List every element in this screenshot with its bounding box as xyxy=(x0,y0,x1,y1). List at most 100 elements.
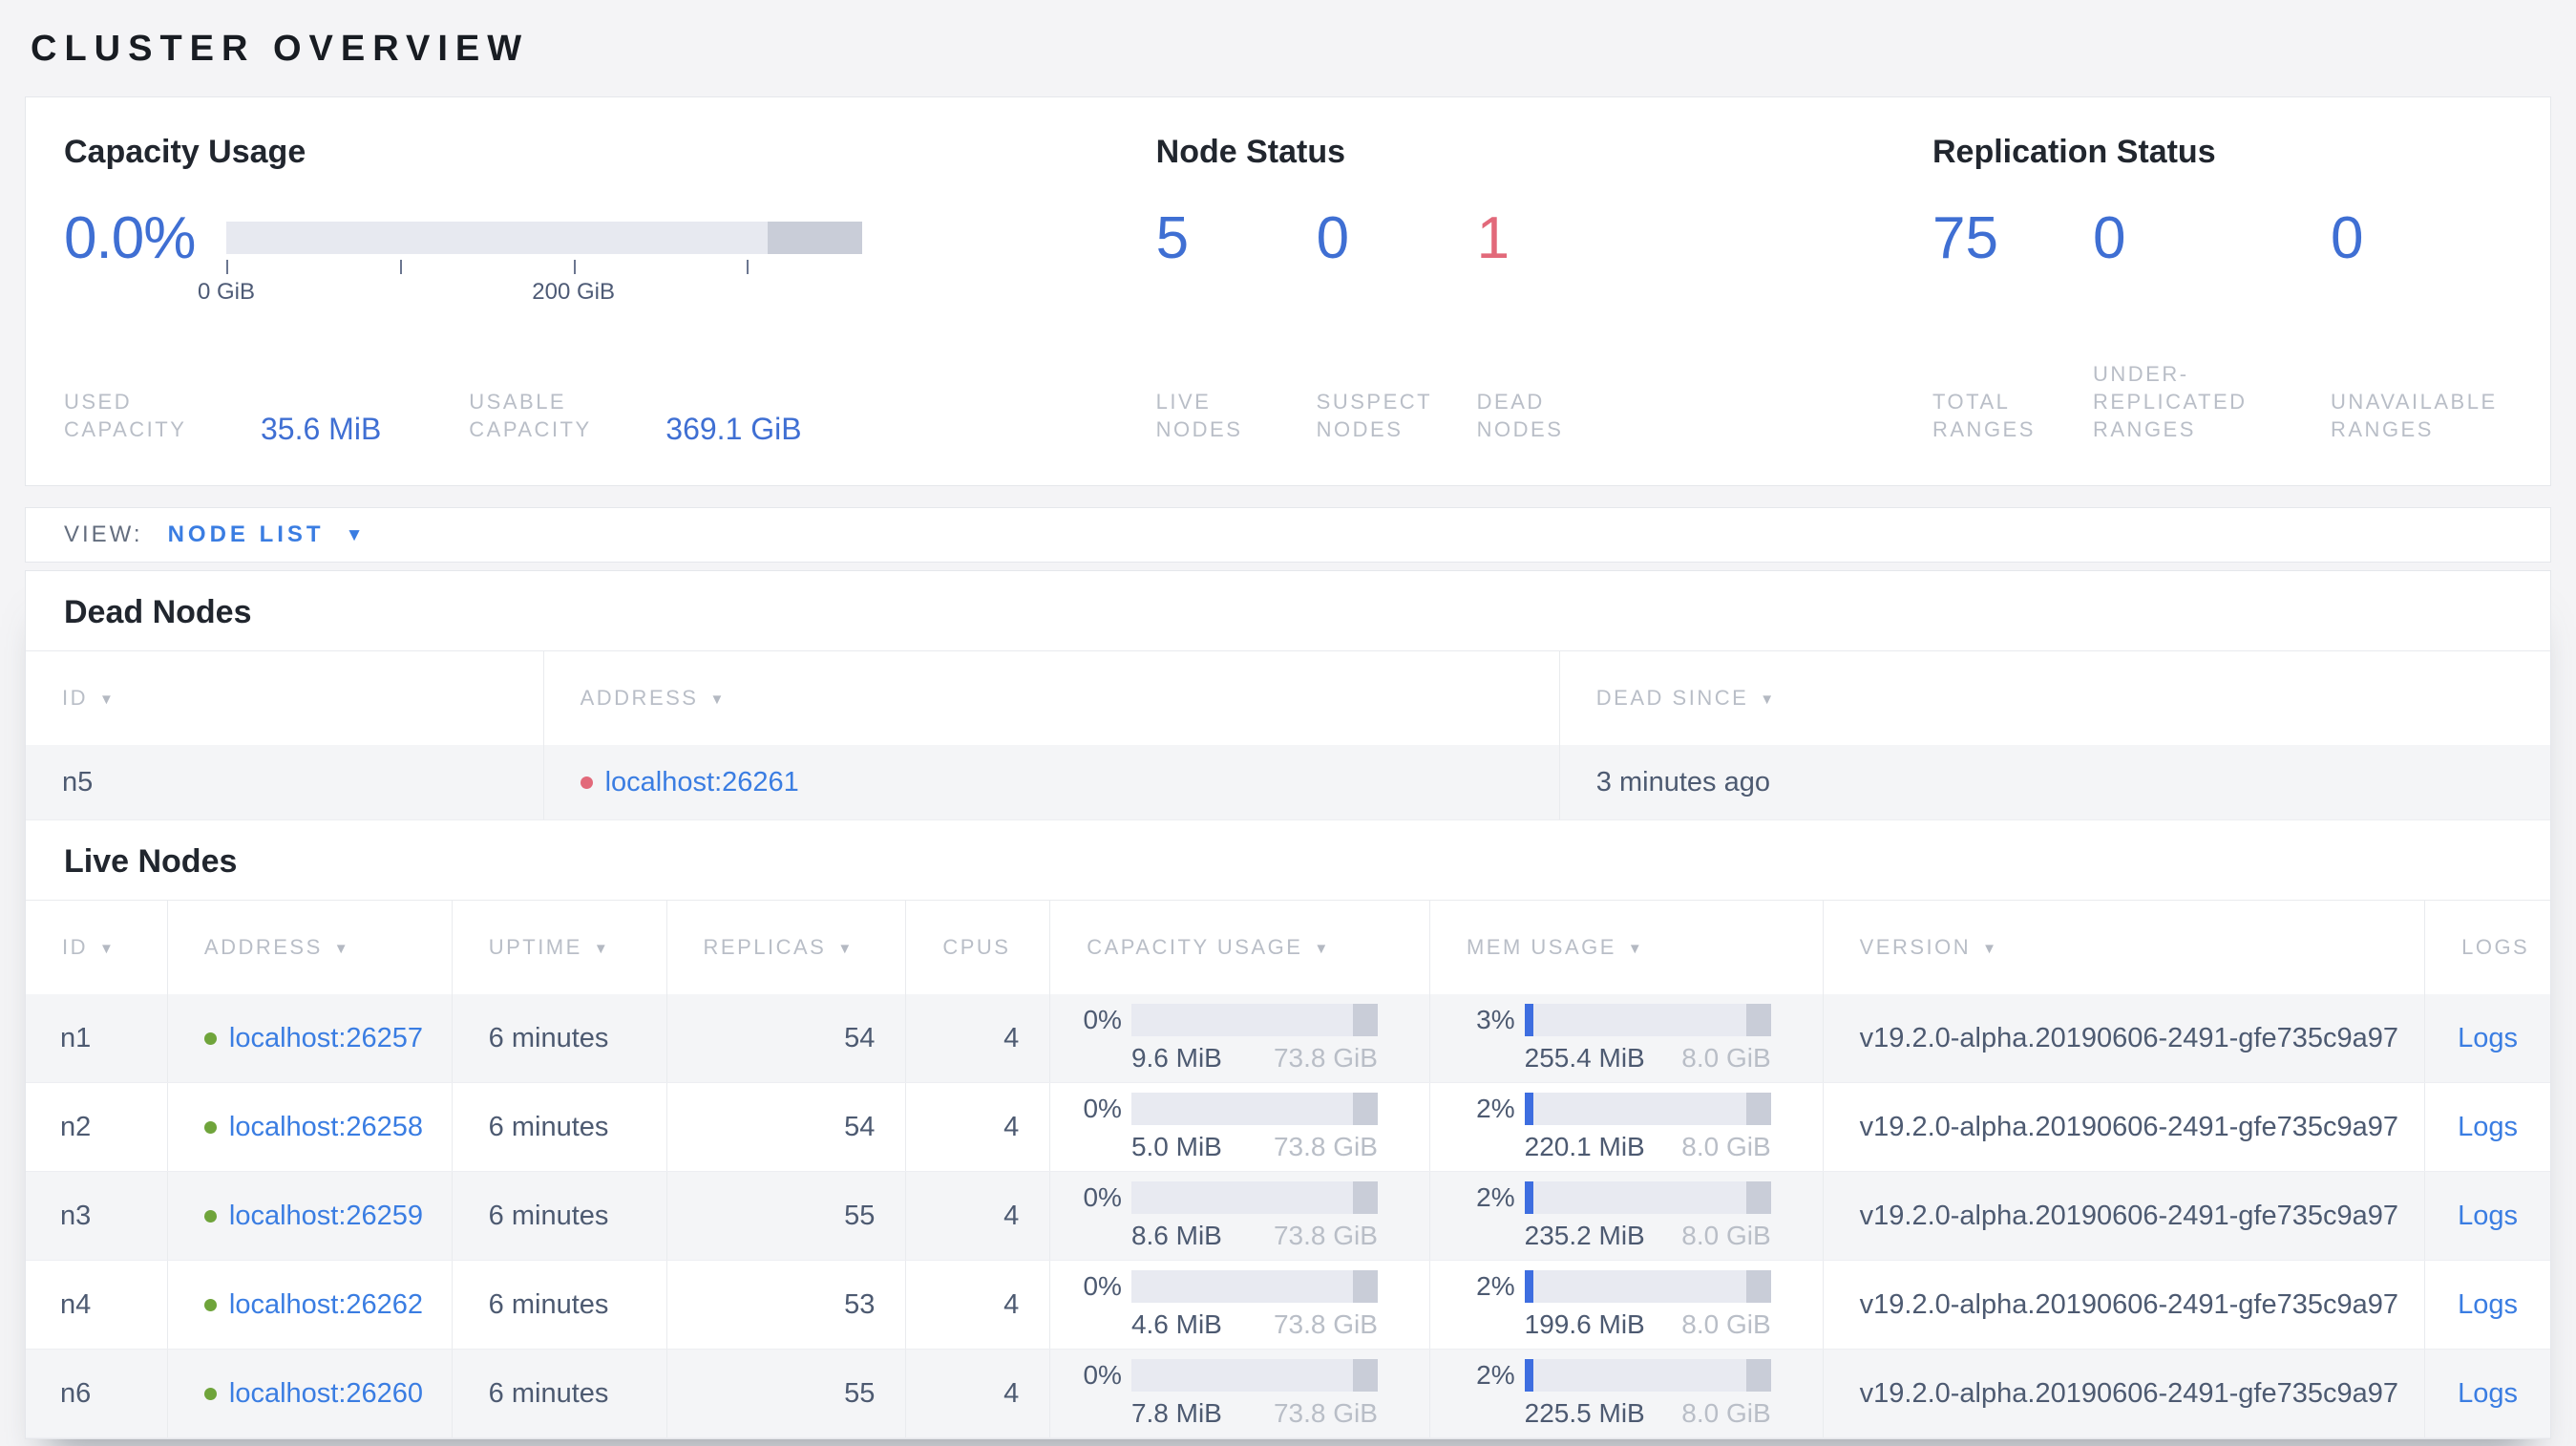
node-address-link[interactable]: localhost:26259 xyxy=(229,1201,423,1232)
replicas-cell: 53 xyxy=(667,1261,907,1349)
capacity-stats: USED CAPACITY 35.6 MiB USABLE CAPACITY 369.… xyxy=(64,388,1156,444)
usage-bar-track xyxy=(1524,1092,1771,1125)
column-header-address[interactable]: ADDRESS ▼ xyxy=(544,651,1560,745)
replicas-cell: 55 xyxy=(666,1172,907,1260)
column-header-logs: LOGS xyxy=(2425,901,2550,994)
usage-bar-track xyxy=(1130,1003,1378,1036)
column-header-version[interactable]: VERSION ▼ xyxy=(1824,901,2426,994)
capacity-axis-tick xyxy=(747,260,750,274)
logs-link[interactable]: Logs xyxy=(2458,1023,2518,1054)
capacity-usage-cell-values-row: 4.6 MiB 73.8 GiB xyxy=(1131,1309,1378,1340)
usage-percent: 0% xyxy=(1083,1359,1122,1390)
column-header-uptime[interactable]: UPTIME ▼ xyxy=(453,901,667,994)
logs-link[interactable]: Logs xyxy=(2458,1112,2518,1143)
usage-total-value: 73.8 GiB xyxy=(1273,1397,1378,1428)
column-header-label: UPTIME xyxy=(488,935,582,959)
sort-desc-icon: ▼ xyxy=(709,691,727,708)
replication-stat-total-ranges: 75 TOTAL RANGES xyxy=(1932,205,2093,443)
column-header-dead-since[interactable]: DEAD SINCE ▼ xyxy=(1560,651,2550,745)
replicas-cell: 54 xyxy=(667,1083,907,1171)
replicas-cell: 55 xyxy=(666,1350,907,1437)
mem-usage-cell-values-row: 225.5 MiB 8.0 GiB xyxy=(1525,1398,1771,1429)
cpus-cell: 4 xyxy=(906,1350,1051,1437)
mem-usage-cell-bar-row: 2% xyxy=(1453,1358,1771,1392)
sort-desc-icon: ▼ xyxy=(99,940,116,957)
version-cell: v19.2.0-alpha.20190606-2491-gfe735c9a97 xyxy=(1823,1172,2426,1260)
usage-used-value: 220.1 MiB xyxy=(1524,1131,1645,1161)
usage-bar-track xyxy=(1524,1180,1771,1214)
logs-link[interactable]: Logs xyxy=(2458,1201,2518,1232)
node-address-link[interactable]: localhost:26260 xyxy=(229,1378,423,1410)
node-id-cell: n5 xyxy=(26,745,544,819)
usage-bar-reserved-segment xyxy=(1353,1092,1378,1125)
live-node-status-icon xyxy=(203,1209,217,1223)
usage-total-value: 73.8 GiB xyxy=(1273,1042,1378,1073)
mem-usage-cell-values-row: 199.6 MiB 8.0 GiB xyxy=(1525,1309,1771,1340)
column-header-mem-usage[interactable]: MEM USAGE ▼ xyxy=(1430,901,1824,994)
live-nodes-table: ID ▼ ADDRESS ▼ UPTIME ▼ REPLICAS ▼ CPUS CAPACITY … xyxy=(26,900,2551,1438)
node-status-stat-label: DEAD NODES xyxy=(1476,390,1564,441)
node-address-link[interactable]: localhost:26258 xyxy=(229,1112,423,1143)
usage-percent: 0% xyxy=(1083,1181,1122,1212)
column-header-id[interactable]: ID ▼ xyxy=(26,901,168,994)
usage-total-value: 73.8 GiB xyxy=(1273,1131,1378,1161)
node-status-stat-live-nodes: 5 LIVE NODES xyxy=(1155,205,1317,443)
replication-stat-label: UNDER-REPLICATED RANGES xyxy=(2093,362,2248,441)
usage-percent: 3% xyxy=(1476,1004,1515,1034)
dead-node-status-icon xyxy=(580,776,593,789)
usage-bar-fill xyxy=(1524,1269,1533,1303)
column-header-replicas[interactable]: REPLICAS ▼ xyxy=(667,901,907,994)
node-id-cell: n2 xyxy=(26,1083,168,1171)
live-node-row: n3 localhost:26259 6 minutes 55 4 0% 8.6 MiB 73… xyxy=(26,1172,2551,1261)
capacity-axis-tick xyxy=(226,260,228,274)
live-node-row: n4 localhost:26262 6 minutes 53 4 0% 4.6 MiB 73… xyxy=(26,1261,2550,1350)
replication-stat-label: UNAVAILABLE RANGES xyxy=(2331,390,2498,441)
column-header-capacity-usage[interactable]: CAPACITY USAGE ▼ xyxy=(1050,901,1430,994)
uptime-cell: 6 minutes xyxy=(452,1350,667,1437)
sort-desc-icon: ▼ xyxy=(1982,940,1999,957)
logs-cell: Logs xyxy=(2425,1083,2550,1171)
usage-used-value: 235.2 MiB xyxy=(1524,1220,1645,1250)
node-status-stat-dead-nodes: 1 DEAD NODES xyxy=(1476,205,1637,443)
node-status-stat-suspect-nodes: 0 SUSPECT NODES xyxy=(1316,204,1477,443)
node-address-link[interactable]: localhost:26262 xyxy=(229,1289,423,1321)
usage-bar-track xyxy=(1130,1180,1378,1214)
usage-percent: 0% xyxy=(1083,1004,1122,1034)
mem-usage-cell-bar-row: 2% xyxy=(1453,1269,1771,1303)
column-header-address[interactable]: ADDRESS ▼ xyxy=(168,901,453,994)
capacity-stat-label: USABLE CAPACITY xyxy=(469,390,592,441)
capacity-bar-axis: 0 GiB 200 GiB xyxy=(198,254,862,305)
logs-link[interactable]: Logs xyxy=(2458,1378,2518,1410)
node-status-body: 5 LIVE NODES 0 SUSPECT NODES 1 DEAD NODES xyxy=(1155,204,1932,443)
live-node-status-icon xyxy=(203,1298,217,1311)
usage-bar-track xyxy=(1130,1092,1378,1125)
column-header-id[interactable]: ID ▼ xyxy=(26,651,544,745)
column-header-label: DEAD SINCE xyxy=(1595,686,1749,710)
usage-percent: 2% xyxy=(1476,1181,1515,1212)
logs-link[interactable]: Logs xyxy=(2458,1289,2518,1321)
replication-stat-label: TOTAL RANGES xyxy=(1932,390,2036,441)
view-dropdown[interactable]: NODE LIST ▼ xyxy=(168,521,364,548)
column-header-label: ADDRESS xyxy=(580,686,699,710)
dead-node-row: n5 localhost:26261 3 minutes ago xyxy=(26,745,2550,820)
replication-stat-value: 0 xyxy=(2331,204,2364,271)
live-node-status-icon xyxy=(203,1120,217,1134)
capacity-usage-cell-values-row: 8.6 MiB 73.8 GiB xyxy=(1131,1221,1378,1251)
node-address-cell: localhost:26262 xyxy=(168,1261,453,1349)
node-address-link[interactable]: localhost:26257 xyxy=(229,1023,423,1054)
sort-desc-icon: ▼ xyxy=(99,691,116,708)
usage-bar-track xyxy=(1524,1358,1771,1392)
node-address-link[interactable]: localhost:26261 xyxy=(605,767,799,798)
usage-bar-reserved-segment xyxy=(1353,1180,1378,1214)
dead-nodes-table-body: n5 localhost:26261 3 minutes ago xyxy=(26,745,2550,820)
usage-bar-track xyxy=(1524,1269,1771,1303)
logs-cell: Logs xyxy=(2425,994,2551,1082)
capacity-used-percent: 0.0% xyxy=(64,204,196,271)
node-status-stat-label: LIVE NODES xyxy=(1155,390,1243,441)
live-node-row: n1 localhost:26257 6 minutes 54 4 0% 9.6 MiB 73… xyxy=(26,994,2551,1083)
node-address-cell: localhost:26261 xyxy=(543,745,1560,819)
capacity-axis-tick xyxy=(399,260,402,274)
view-bar: VIEW: NODE LIST ▼ xyxy=(25,507,2551,563)
version-cell: v19.2.0-alpha.20190606-2491-gfe735c9a97 xyxy=(1824,1261,2426,1349)
node-status-stat-value: 0 xyxy=(1316,204,1350,271)
